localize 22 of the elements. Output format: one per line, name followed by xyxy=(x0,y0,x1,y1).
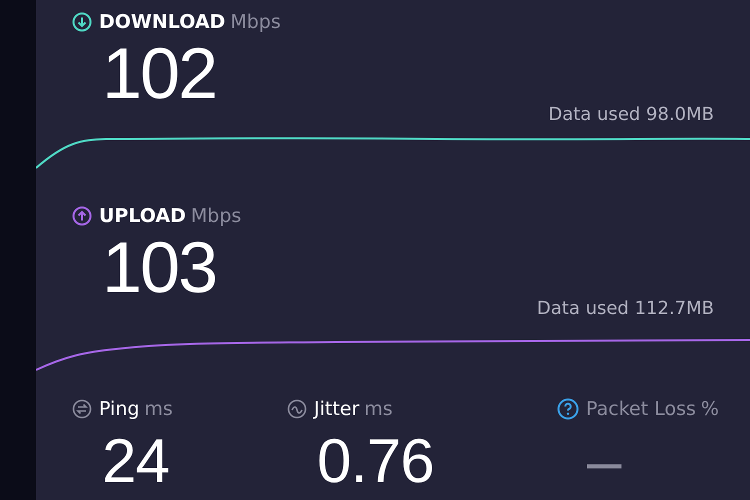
speed-label: UPLOAD xyxy=(99,205,186,227)
speed-value: 102 xyxy=(101,34,216,114)
unit-label: ms xyxy=(144,398,173,420)
speed-value: 103 xyxy=(101,228,216,308)
arrow-up-icon xyxy=(72,206,92,226)
unit-label: ms xyxy=(364,398,393,420)
stat-value: 0.76 xyxy=(316,427,434,496)
stat-value: – xyxy=(586,427,620,496)
unit-label: Mbps xyxy=(190,205,242,227)
data-used-label: Data used 112.7MB xyxy=(536,298,714,319)
stat-label: Jitter xyxy=(314,398,360,420)
wave-icon xyxy=(287,399,307,419)
arrow-down-icon xyxy=(72,12,92,32)
data-used-label: Data used 98.0MB xyxy=(548,104,714,125)
stat-value: 24 xyxy=(101,427,169,496)
stat-label: Ping xyxy=(99,398,140,420)
unit-label: % xyxy=(700,398,719,420)
speed-label: DOWNLOAD xyxy=(99,11,226,33)
stat-label: Packet Loss xyxy=(586,398,696,420)
unit-label: Mbps xyxy=(230,11,281,33)
ping-icon xyxy=(72,399,92,419)
help-icon[interactable] xyxy=(557,398,579,420)
